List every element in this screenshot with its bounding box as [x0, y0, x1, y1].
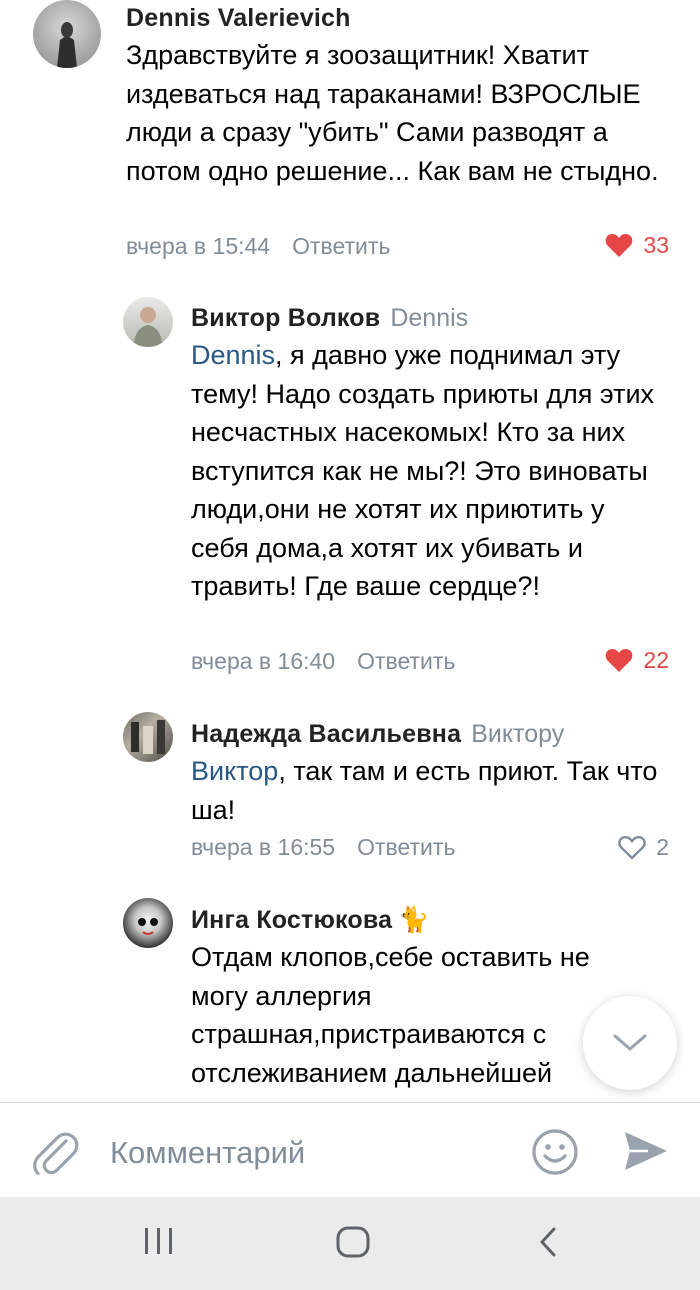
comment-input[interactable]: Комментарий [110, 1133, 510, 1173]
comment-body: , я давно уже поднимал эту тему! Надо со… [191, 340, 655, 601]
avatar[interactable] [123, 712, 173, 762]
author-name[interactable]: Виктор Волков [191, 304, 380, 332]
mention-link[interactable]: Dennis [191, 340, 275, 370]
heart-filled-icon [606, 233, 633, 257]
avatar-silhouette-icon [57, 22, 77, 68]
avatar[interactable] [123, 898, 173, 948]
reply-button[interactable]: Ответить [292, 233, 390, 259]
heart-filled-icon [606, 648, 633, 672]
like-count: 33 [643, 232, 669, 258]
comment-text: Виктор, так там и есть приют. Так что ша… [191, 752, 666, 829]
recent-apps-icon[interactable] [142, 1225, 176, 1262]
back-icon[interactable] [536, 1225, 560, 1264]
mention-link[interactable]: Виктор [191, 756, 278, 786]
author-name[interactable]: Dennis Valerievich [126, 4, 351, 32]
comment-text: Dennis, я давно уже поднимал эту тему! Н… [191, 336, 666, 606]
smiley-icon[interactable] [530, 1127, 580, 1182]
comment-time: вчера в 16:55 [191, 834, 336, 860]
comments-feed[interactable]: Dennis Valerievich Здравствуйте я зоозащ… [0, 0, 700, 1102]
like-button[interactable]: 33 [605, 231, 669, 259]
comment-body: Отдам клопов,себе оставить не могу аллер… [191, 942, 590, 1088]
chevron-down-icon [613, 1034, 647, 1051]
comment-composer: Комментарий [0, 1102, 700, 1198]
comment-meta: вчера в 15:44 Ответить [126, 232, 390, 260]
system-navbar [0, 1197, 700, 1290]
comment-body: Здравствуйте я зоозащитник! Хватит издев… [126, 40, 659, 186]
comment-meta: вчера в 16:55 Ответить [191, 833, 455, 861]
like-count: 22 [643, 647, 669, 673]
comment-text: Отдам клопов,себе оставить не могу аллер… [191, 938, 591, 1092]
heart-outline-icon [618, 835, 646, 859]
reply-button[interactable]: Ответить [357, 834, 455, 860]
author-line: Dennis Valerievich [126, 3, 351, 33]
scroll-down-button[interactable] [583, 996, 677, 1090]
like-count: 2 [656, 834, 669, 860]
paperclip-icon[interactable] [30, 1125, 80, 1182]
comment-text: Здравствуйте я зоозащитник! Хватит издев… [126, 36, 666, 190]
avatar-photo-icon [133, 307, 163, 347]
reply-button[interactable]: Ответить [357, 648, 455, 674]
like-button[interactable]: 2 [618, 833, 669, 861]
home-icon[interactable] [335, 1225, 371, 1264]
author-emoji-icon: 🐈 [398, 906, 430, 934]
avatar-cat-icon [138, 918, 158, 935]
comment-time: вчера в 16:40 [191, 648, 336, 674]
avatar[interactable] [123, 297, 173, 347]
avatar[interactable] [33, 0, 101, 68]
comment-meta: вчера в 16:40 Ответить [191, 647, 455, 675]
author-line: Виктор Волков Dennis [191, 303, 468, 333]
author-name[interactable]: Инга Костюкова [191, 906, 392, 934]
author-line: Надежда Васильевна Виктору [191, 719, 564, 749]
avatar-photo-icon [131, 720, 165, 754]
reply-to-name[interactable]: Виктору [471, 720, 564, 748]
comment-time: вчера в 15:44 [126, 233, 271, 259]
reply-to-name[interactable]: Dennis [390, 304, 468, 332]
comments-screen: Dennis Valerievich Здравствуйте я зоозащ… [0, 0, 700, 1290]
like-button[interactable]: 22 [605, 646, 669, 674]
send-icon[interactable] [622, 1129, 670, 1178]
author-line: Инга Костюкова 🐈 [191, 905, 429, 935]
author-name[interactable]: Надежда Васильевна [191, 720, 461, 748]
